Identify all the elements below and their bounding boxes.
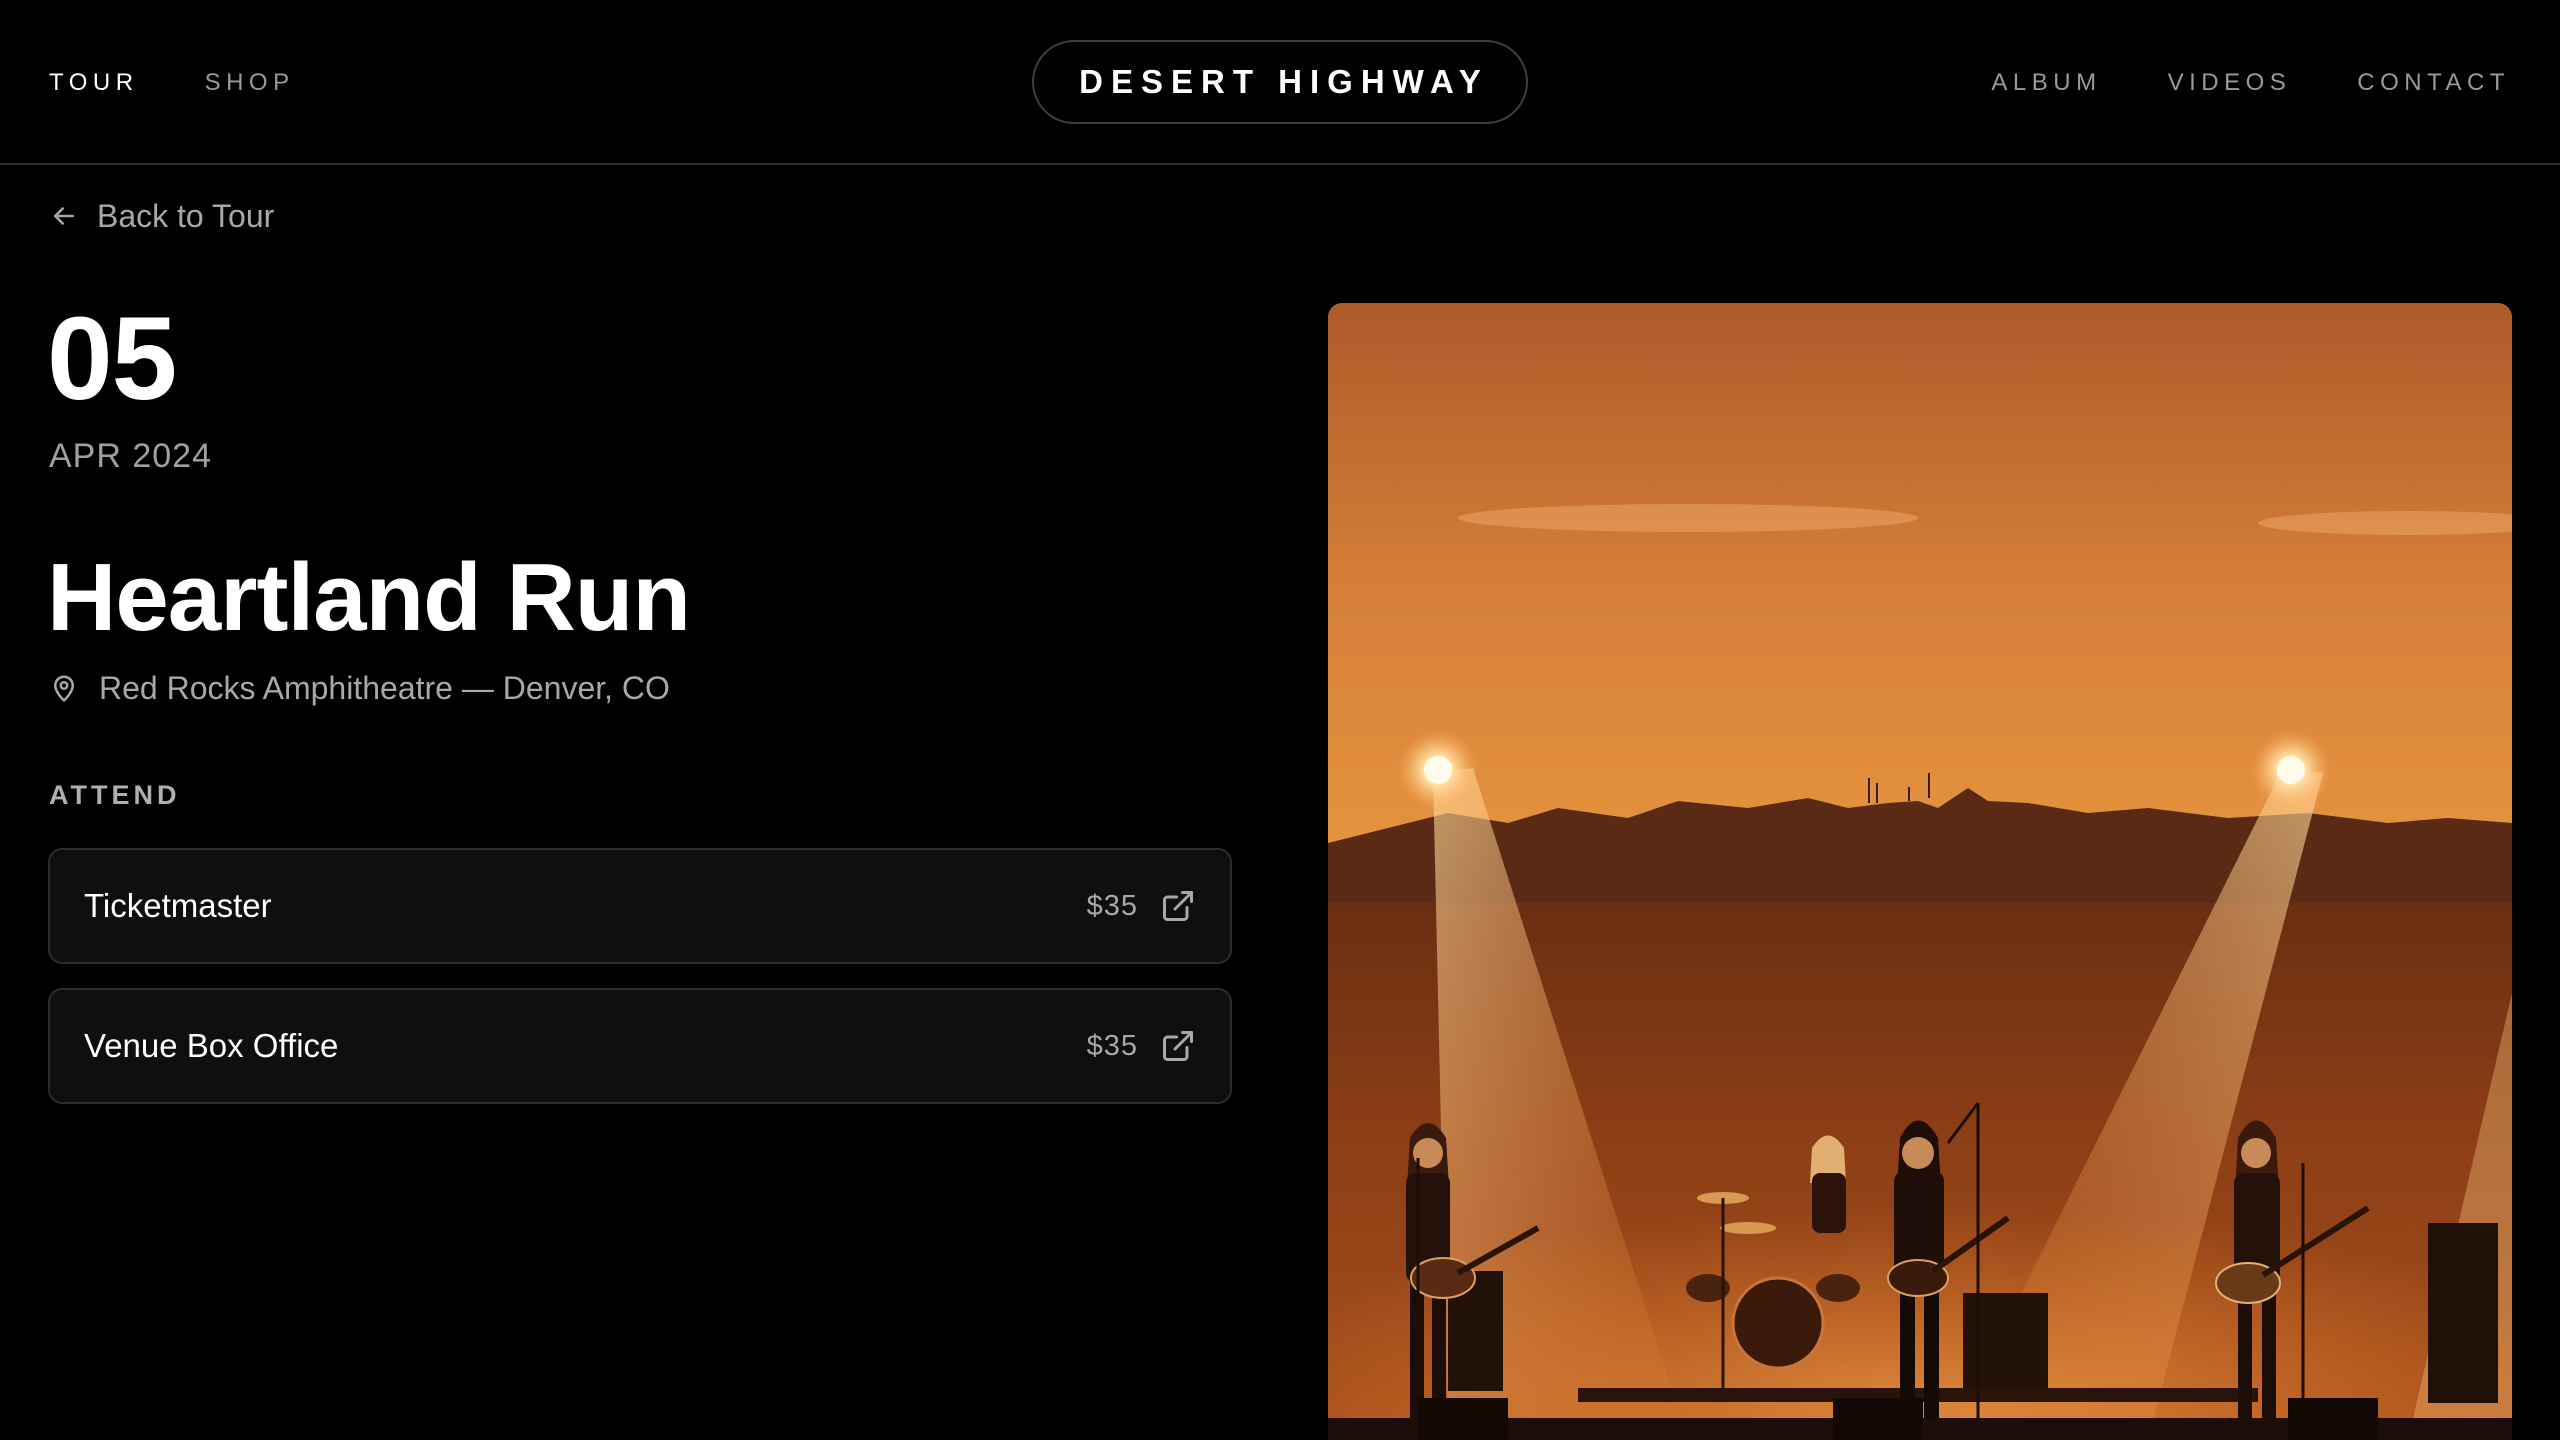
ticket-price: $35 xyxy=(1086,889,1138,922)
concert-photo xyxy=(1328,303,2512,1440)
arrow-left-icon xyxy=(54,207,74,225)
nav-left: TOUR SHOP xyxy=(49,0,295,165)
event-title: Heartland Run xyxy=(47,544,691,651)
back-link-label: Back to Tour xyxy=(97,197,275,234)
venue-text: Red Rocks Amphitheatre — Denver, CO xyxy=(99,669,670,706)
ticket-option-box-office[interactable]: Venue Box Office $35 xyxy=(48,988,1232,1104)
brand-logo[interactable]: DESERT HIGHWAY xyxy=(1032,40,1528,124)
nav-link-shop[interactable]: SHOP xyxy=(205,69,295,97)
ticket-option-ticketmaster[interactable]: Ticketmaster $35 xyxy=(48,848,1232,964)
ticket-meta: $35 xyxy=(1087,888,1196,924)
ticket-price: $35 xyxy=(1086,1029,1138,1062)
nav-link-contact[interactable]: CONTACT xyxy=(2357,69,2510,97)
event-day: 05 xyxy=(47,293,177,425)
ticket-meta: $35 xyxy=(1087,1028,1196,1064)
external-link-icon xyxy=(1163,891,1193,921)
nav-link-videos[interactable]: VIDEOS xyxy=(2168,69,2292,97)
nav-link-album[interactable]: ALBUM xyxy=(1991,69,2101,97)
map-pin-icon xyxy=(54,675,74,702)
ticket-vendor-name: Ticketmaster xyxy=(84,887,272,924)
event-venue: Red Rocks Amphitheatre — Denver, CO xyxy=(49,668,670,708)
nav-right: ALBUM VIDEOS CONTACT xyxy=(1991,0,2510,165)
back-to-tour-link[interactable]: Back to Tour xyxy=(49,196,274,236)
event-hero-image xyxy=(1328,303,2512,1440)
attend-heading: ATTEND xyxy=(49,780,181,810)
site-header: TOUR SHOP DESERT HIGHWAY ALBUM VIDEOS CO… xyxy=(0,0,2560,165)
nav-link-tour[interactable]: TOUR xyxy=(49,69,139,97)
external-link-icon xyxy=(1163,1031,1193,1061)
ticket-vendor-name: Venue Box Office xyxy=(84,1027,339,1064)
event-month-year: APR 2024 xyxy=(49,437,212,475)
